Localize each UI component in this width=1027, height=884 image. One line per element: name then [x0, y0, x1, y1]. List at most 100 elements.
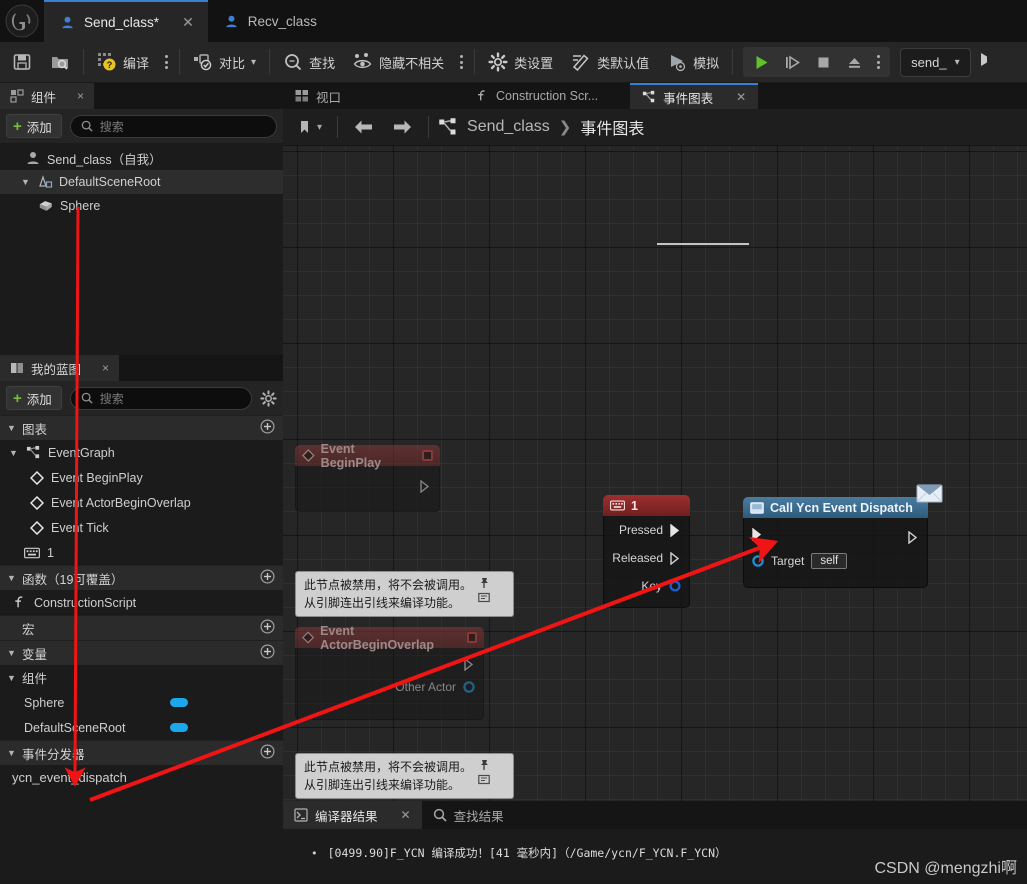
close-icon[interactable]: × [102, 361, 109, 375]
tab-components[interactable]: 组件 × [0, 83, 95, 109]
diff-button[interactable]: 对比 ▾ [184, 42, 265, 83]
myblueprint-search-input[interactable]: 搜索 [69, 386, 252, 410]
section-functions[interactable]: ▼ 函数（19可覆盖） [0, 565, 283, 590]
delegate-pin-icon[interactable] [422, 450, 433, 461]
mb-item-event-tick[interactable]: Event Tick [0, 515, 283, 540]
tree-item-send-class[interactable]: Send_class（自我） [0, 146, 283, 170]
forward-button[interactable] [385, 118, 419, 136]
close-icon[interactable]: × [77, 89, 84, 103]
back-button[interactable] [347, 118, 381, 136]
caret-down-icon[interactable]: ▼ [6, 573, 17, 583]
mb-item-ycn-event-dispatch[interactable]: ycn_event_dispatch [0, 765, 283, 790]
pin-other-actor[interactable]: Other Actor [296, 672, 483, 702]
mb-item-event-actorbeginoverlap[interactable]: Event ActorBeginOverlap [0, 490, 283, 515]
mb-item-constructionscript[interactable]: ConstructionScript [0, 590, 283, 615]
pin-pressed[interactable]: Pressed [604, 516, 689, 544]
play-button[interactable] [746, 47, 777, 77]
eject-button[interactable] [839, 47, 870, 77]
comment-icon[interactable] [478, 774, 490, 786]
tree-item-sphere[interactable]: Sphere [0, 194, 283, 218]
section-components[interactable]: ▼ 组件 [0, 665, 283, 690]
add-event-dispatcher-button[interactable] [260, 744, 275, 762]
tab-viewport[interactable]: 视口 [283, 83, 353, 109]
tab-find-results[interactable]: 查找结果 [422, 801, 515, 829]
breadcrumb-root[interactable]: Send_class [467, 118, 550, 136]
tab-my-blueprint[interactable]: 我的蓝图 × [0, 355, 120, 381]
pin-icon[interactable] [478, 759, 490, 771]
stop-button[interactable] [808, 47, 839, 77]
add-function-button[interactable] [260, 569, 275, 587]
pin-exec-out[interactable] [296, 466, 439, 494]
pin-icon[interactable] [478, 577, 490, 589]
breadcrumb-separator: ❯ [558, 119, 572, 136]
compile-button[interactable]: ? 编译 [88, 42, 158, 83]
mb-item-defaultsceneroot[interactable]: DefaultSceneRoot [0, 715, 283, 740]
window-tab-recv-class[interactable]: Recv_class [208, 0, 331, 42]
node-title: 1 [631, 498, 638, 513]
simulate-label: 模拟 [693, 55, 720, 71]
caret-down-icon[interactable]: ▼ [6, 648, 17, 658]
mb-item-key-1[interactable]: 1 [0, 540, 283, 565]
tree-item-defaultsceneroot[interactable]: ▼ DefaultSceneRoot [0, 170, 283, 194]
gear-icon[interactable] [260, 389, 277, 407]
comment-icon[interactable] [478, 592, 490, 604]
add-variable-button[interactable] [260, 644, 275, 662]
section-graphs[interactable]: ▼ 图表 [0, 415, 283, 440]
save-button[interactable] [0, 42, 41, 83]
simulate-button[interactable]: 模拟 [658, 42, 728, 83]
node-key-1[interactable]: 1 Pressed Released Key [603, 495, 690, 608]
delegate-pin-icon[interactable] [466, 632, 478, 643]
section-variables[interactable]: ▼ 变量 [0, 640, 283, 665]
close-icon[interactable]: ✕ [736, 90, 746, 104]
class-settings-button[interactable]: 类设置 [479, 42, 562, 83]
step-button[interactable] [777, 47, 808, 77]
components-search-input[interactable]: 搜索 [69, 114, 277, 138]
pin-key[interactable]: Key [604, 572, 689, 600]
chevron-down-icon: ▾ [317, 121, 323, 133]
compile-options-kebab[interactable] [158, 42, 175, 83]
hide-unrelated-button[interactable]: 隐藏不相关 [344, 42, 453, 83]
blueprint-canvas[interactable]: Event BeginPlay 此节点被禁用，将不会被调用。 从引脚连出引线来编… [283, 146, 1027, 821]
mode-selector[interactable]: send_ ▾ [900, 47, 971, 77]
close-icon[interactable]: ✕ [182, 15, 194, 29]
section-event-dispatchers[interactable]: ▼ 事件分发器 [0, 740, 283, 765]
caret-down-icon[interactable]: ▼ [6, 748, 17, 758]
tab-construction-script[interactable]: Construction Scr... [463, 83, 610, 109]
caret-down-icon[interactable]: ▼ [20, 177, 31, 187]
node-call-ycn-event-dispatch[interactable]: Call Ycn Event Dispatch Target self [743, 484, 943, 588]
components-add-button[interactable]: + 添加 [6, 114, 62, 138]
bookmark-button[interactable]: ▾ [291, 119, 328, 135]
myblueprint-panel-tabbar: 我的蓝图 × [0, 355, 283, 381]
find-button[interactable]: 查找 [274, 42, 344, 83]
mb-item-event-beginplay[interactable]: Event BeginPlay [0, 465, 283, 490]
components-icon [10, 89, 24, 103]
mb-item-sphere[interactable]: Sphere [0, 690, 283, 715]
caret-down-icon[interactable]: ▼ [8, 448, 19, 458]
pin-released[interactable]: Released [604, 544, 689, 572]
bullet-icon: • [311, 847, 318, 860]
close-icon[interactable]: ✕ [401, 808, 411, 822]
visibility-toggle[interactable] [170, 723, 188, 732]
pin-exec-out[interactable] [296, 648, 483, 672]
section-label: 组件 [22, 672, 48, 686]
overflow-toolbar-icon[interactable] [977, 50, 987, 75]
class-defaults-button[interactable]: 类默认值 [562, 42, 658, 83]
play-options-kebab[interactable] [870, 50, 887, 74]
section-macros[interactable]: 宏 [0, 615, 283, 640]
pin-exec-out[interactable] [900, 523, 927, 551]
caret-down-icon[interactable]: ▼ [6, 673, 17, 683]
caret-down-icon[interactable]: ▼ [6, 423, 17, 433]
node-event-beginplay[interactable]: Event BeginPlay [295, 442, 440, 512]
hide-unrelated-options-kebab[interactable] [453, 42, 470, 83]
add-graph-button[interactable] [260, 419, 275, 437]
node-event-actorbeginoverlap[interactable]: Event ActorBeginOverlap Other Actor [295, 624, 484, 720]
browse-asset-button[interactable] [41, 42, 79, 83]
visibility-toggle[interactable] [170, 698, 188, 707]
myblueprint-add-button[interactable]: + 添加 [6, 386, 62, 410]
add-macro-button[interactable] [260, 619, 275, 637]
target-self-field[interactable]: self [811, 553, 848, 569]
mb-item-eventgraph[interactable]: ▼ EventGraph [0, 440, 283, 465]
window-tab-send-class[interactable]: Send_class* ✕ [44, 0, 208, 42]
tab-event-graph[interactable]: 事件图表 ✕ [630, 83, 759, 109]
tab-compiler-results[interactable]: 编译器结果 ✕ [283, 801, 422, 829]
